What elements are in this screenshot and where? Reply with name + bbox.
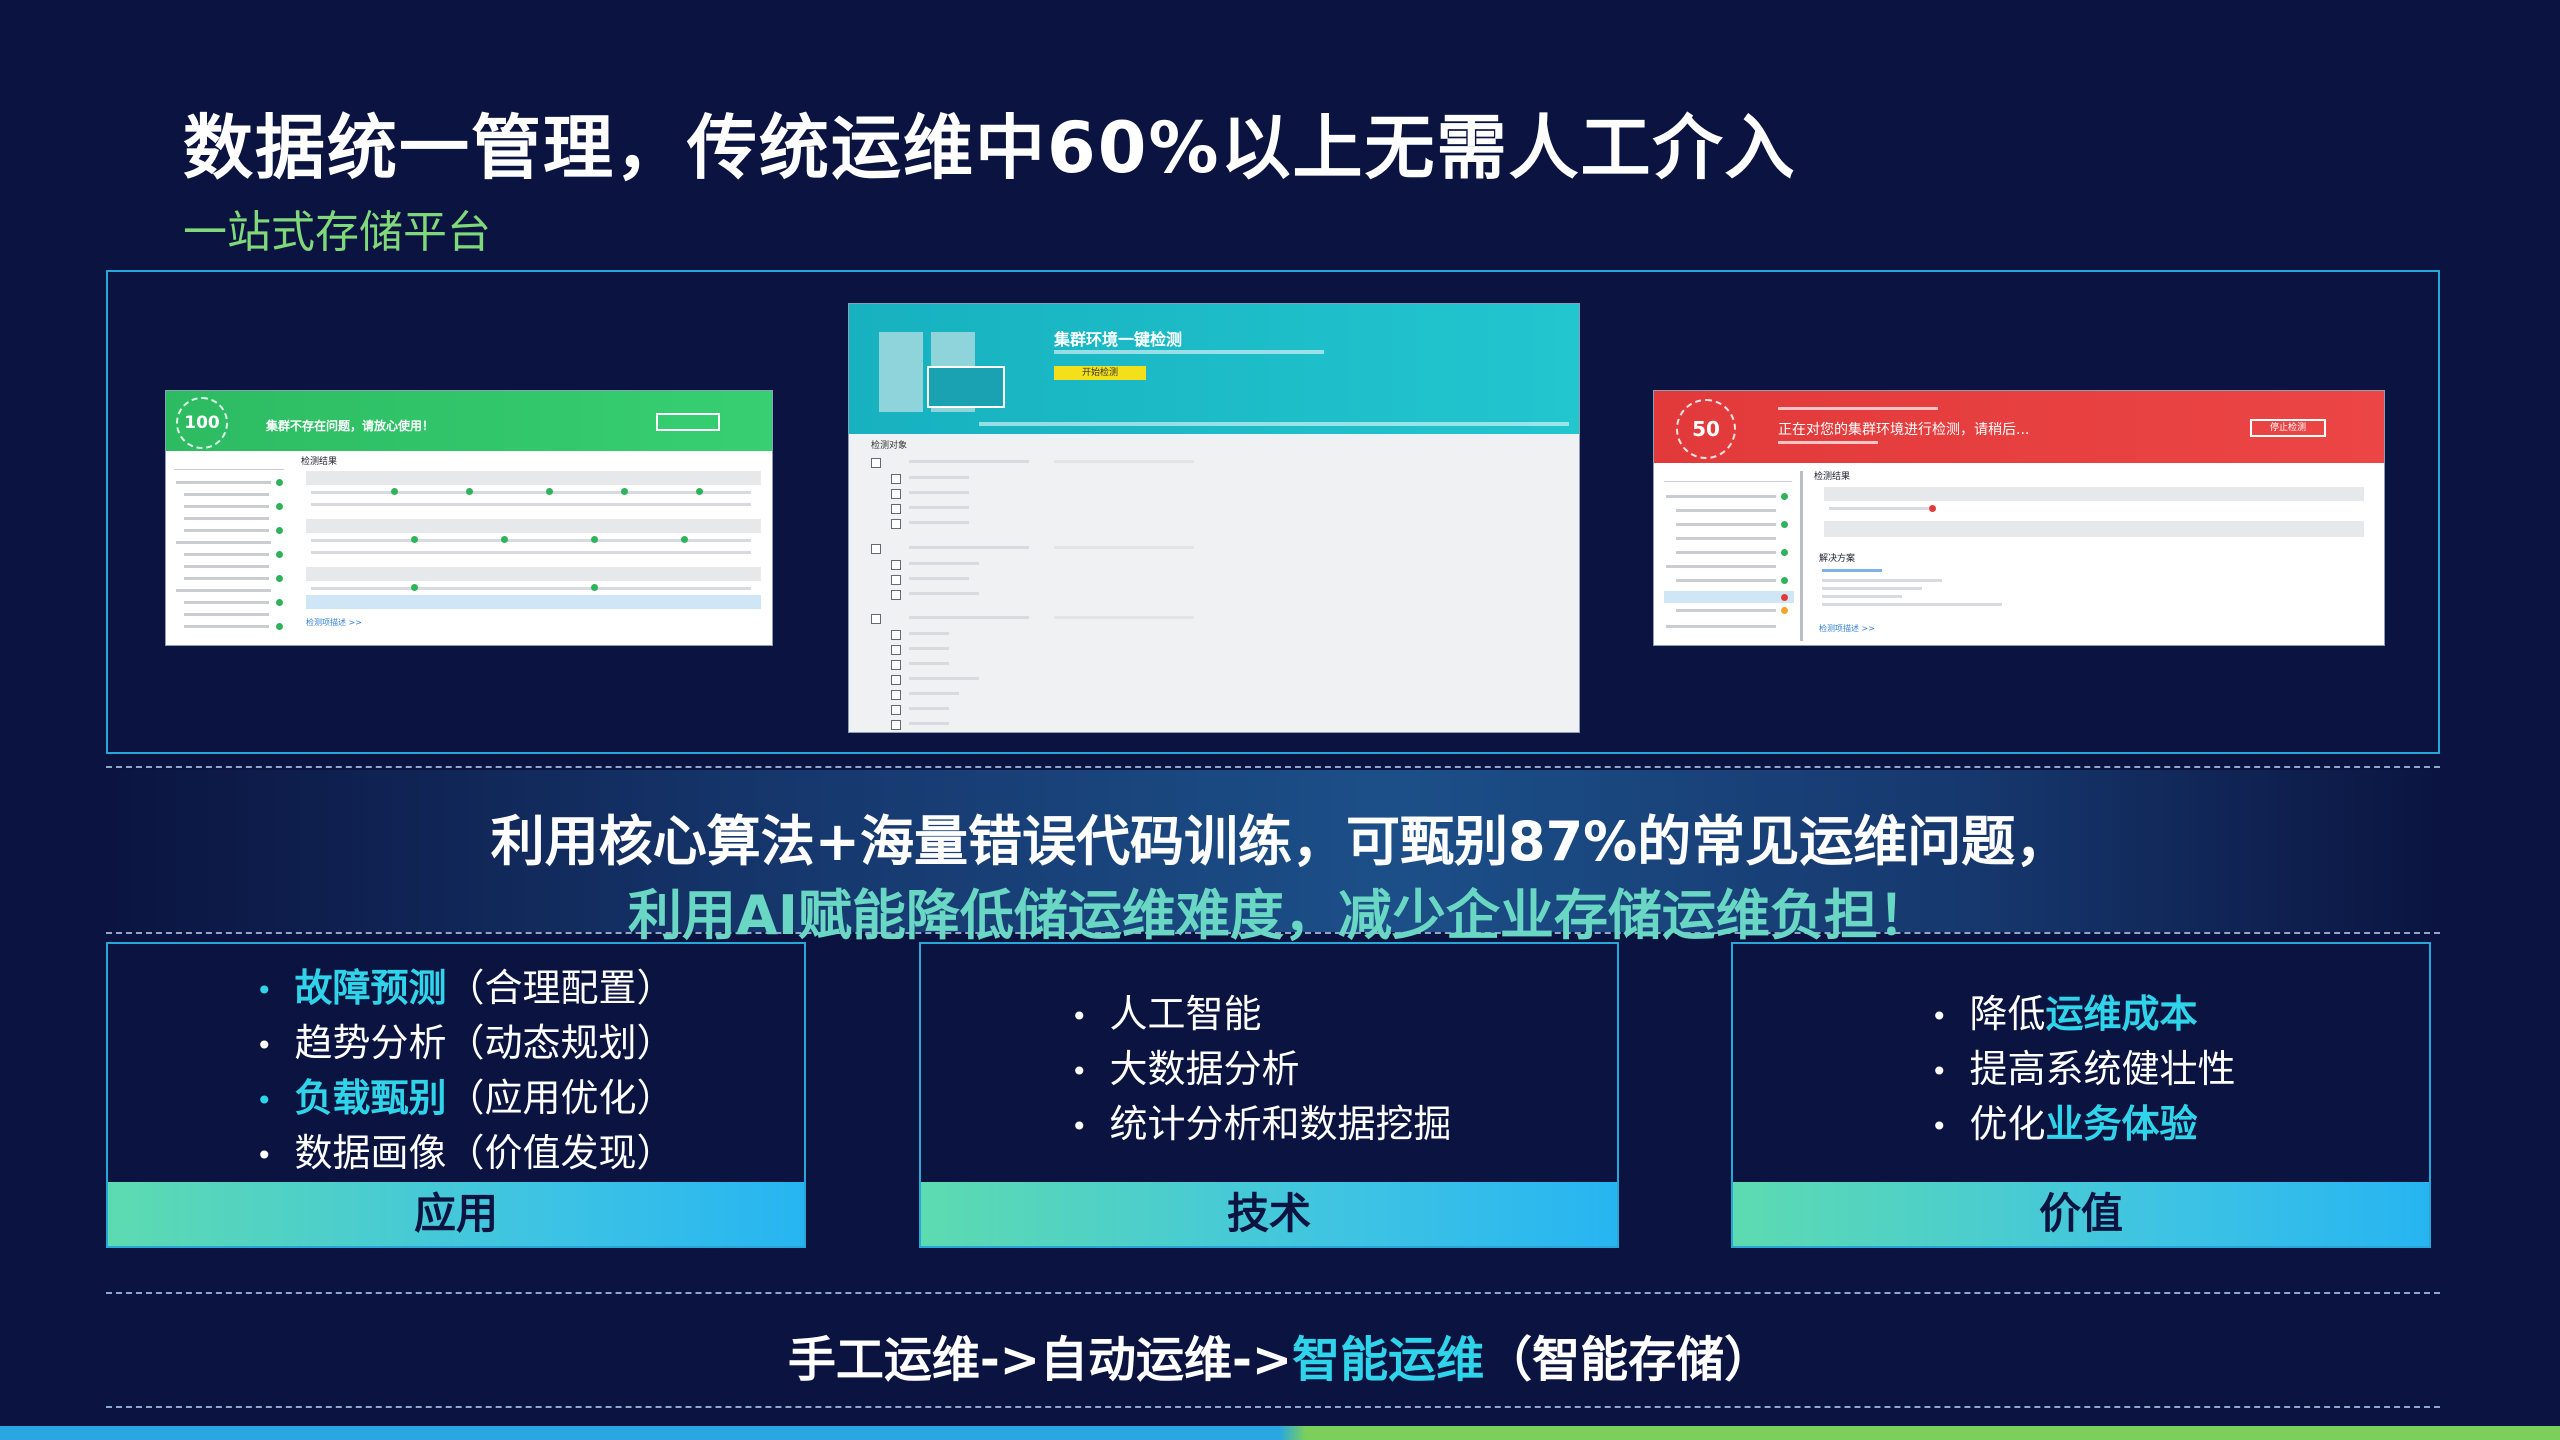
list-item: • 趋势分析（动态规划） (256, 1021, 675, 1065)
page-title: 数据统一管理，传统运维中60%以上无需人工介入 (183, 107, 1797, 189)
solution-label: 解决方案 (1819, 554, 1856, 564)
divider-bottom (106, 1406, 2440, 1408)
application-list: • 故障预测（合理配置） • 趋势分析（动态规划） • 负载甄别（应用优化） • 数据画… (256, 962, 675, 1182)
check-objects-label: 检测对象 (871, 441, 908, 451)
card-value: • 降低运维成本 • 提高系统健壮性 • 优化业务体验 价值 (1731, 942, 2431, 1248)
list-item: • 数据画像（价值发现） (256, 1131, 675, 1175)
score-ring: 50 (1676, 399, 1736, 459)
card-label-application: 应用 (413, 1189, 498, 1238)
recheck-button[interactable] (656, 413, 720, 431)
list-item: • 故障预测（合理配置） (256, 966, 675, 1010)
card-technology: • 人工智能 • 大数据分析 • 统计分析和数据挖掘 技术 (919, 942, 1619, 1248)
banner-line-1: 利用核心算法+海量错误代码训练，可甄别87%的常见运维问题， (490, 810, 2070, 873)
score-ring: 100 (176, 397, 228, 449)
screenshot-healthy: 100 集群不存在问题，请放心使用！ 检测结果 检测项描述 >> (165, 390, 773, 646)
checking-message: 正在对您的集群环境进行检测，请稍后... (1778, 422, 2030, 438)
list-item: • 人工智能 (1071, 992, 1262, 1036)
card-footer: 技术 (921, 1182, 1617, 1246)
server-illustration (879, 332, 923, 412)
banner-line-2: 利用AI赋能降低储运维难度，减少企业存储运维负担！ (628, 884, 1932, 947)
list-item: • 大数据分析 (1071, 1047, 1300, 1091)
card-footer: 价值 (1733, 1182, 2429, 1246)
stop-check-button[interactable]: 停止检测 (2250, 419, 2326, 437)
check-title: 集群环境一键检测 (1054, 330, 1183, 349)
screenshot-checking: 50 正在对您的集群环境进行检测，请稍后... 停止检测 检测结果 解决方案 检… (1653, 390, 2385, 646)
technology-list: • 人工智能 • 大数据分析 • 统计分析和数据挖掘 (1071, 988, 1452, 1153)
list-item: • 优化业务体验 (1931, 1102, 2198, 1146)
value-list: • 降低运维成本 • 提高系统健壮性 • 优化业务体验 (1931, 988, 2236, 1153)
evolution-text: 手工运维->自动运维->智能运维（智能存储） (787, 1332, 1773, 1388)
card-footer: 应用 (108, 1182, 804, 1246)
card-label-technology: 技术 (1226, 1189, 1311, 1238)
list-item: • 降低运维成本 (1931, 992, 2198, 1036)
check-desc-link[interactable]: 检测项描述 >> (306, 617, 362, 628)
list-item: • 统计分析和数据挖掘 (1071, 1102, 1452, 1146)
list-item: • 负载甄别（应用优化） (256, 1076, 675, 1120)
card-label-value: 价值 (2038, 1189, 2123, 1238)
page-subtitle: 一站式存储平台 (183, 207, 491, 258)
check-desc-link[interactable]: 检测项描述 >> (1819, 623, 1875, 634)
divider-bottom-top (106, 1292, 2440, 1294)
screenshot-one-click-check: 集群环境一键检测 开始检测 检测对象 (848, 303, 1580, 733)
result-section-label: 检测结果 (301, 457, 338, 467)
result-section-label: 检测结果 (1814, 472, 1851, 482)
list-item: • 提高系统健壮性 (1931, 1047, 2236, 1091)
start-check-button[interactable]: 开始检测 (1054, 366, 1146, 380)
card-application: • 故障预测（合理配置） • 趋势分析（动态规划） • 负载甄别（应用优化） • 数据画… (106, 942, 806, 1248)
bottom-color-strip (0, 1426, 2560, 1440)
healthy-message: 集群不存在问题，请放心使用！ (266, 419, 435, 433)
divider-top (106, 766, 2440, 768)
toolbar-icons (174, 459, 284, 470)
